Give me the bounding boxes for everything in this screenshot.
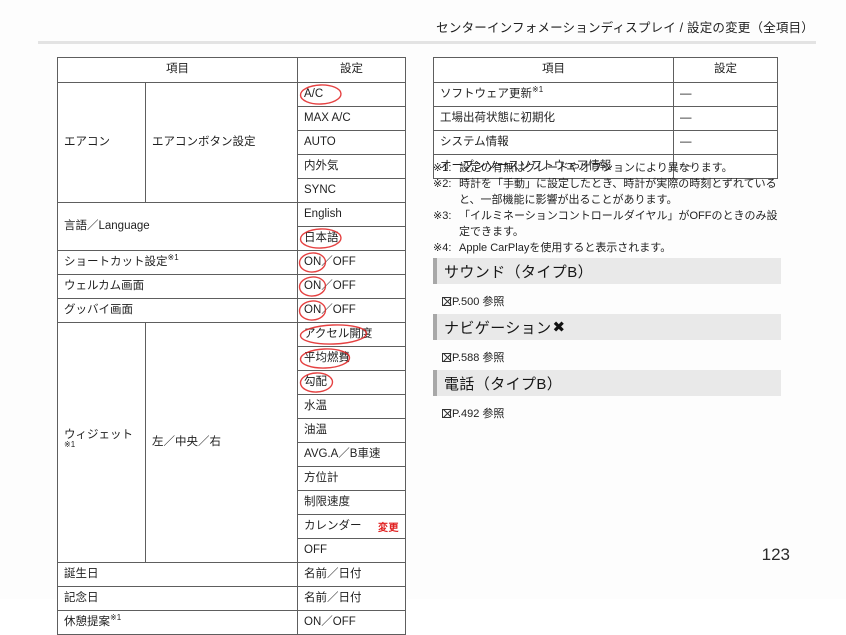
section-reference-text: P.588 参照 [452,352,505,364]
row-sub-label: 左／中央／右 [145,322,298,563]
section-title: 電話（タイプB） [444,375,563,393]
settings-table-left: 項目 設定 エアコン エアコンボタン設定 A/C MAX A/C AUTO 内外気 SYNC… [57,57,406,635]
header-divider-rule [38,41,816,44]
footnote-text: 設定の有無はグレードやオプションにより異なります。 [459,162,733,174]
section-reference-text: P.500 参照 [452,296,505,308]
navigation-marker-icon: ✖ [552,318,566,336]
annotation-change-label: 変更 [378,523,399,534]
table-row: 工場出荷状態に初期化 — [433,106,778,131]
row-setting-value: 勾配 [297,370,406,395]
row-item-label: グッバイ画面 [57,298,298,323]
section-phone: 電話（タイプB） P.492 参照 [433,370,781,421]
page-number: 123 [761,545,790,564]
row-setting-value: — [673,106,778,131]
table-row: 休憩提案※1 ON／OFF [57,610,406,635]
row-group-label: ウィジェット ※1 [57,322,146,563]
page-running-header: センターインフォメーションディスプレイ / 設定の変更（全項目） [436,21,814,35]
section-sound: サウンド（タイプB） P.500 参照 [433,258,781,309]
row-setting-value: ON／OFF [297,250,406,275]
section-title: サウンド（タイプB） [444,263,594,281]
footnote-text: Apple CarPlayを使用すると表示されます。 [459,241,672,254]
row-setting-value: AUTO [297,130,406,155]
row-setting-value: 方位計 [297,466,406,491]
row-setting-value: OFF [297,538,406,563]
row-setting-value: — [673,130,778,155]
table-header-row: 項目 設定 [57,57,406,83]
row-setting-value: アクセル開度 [297,322,406,347]
footnote-item: ※1: 設定の有無はグレードやオプションにより異なります。 [433,161,781,177]
table-row: ウィジェット ※1 左／中央／右 アクセル開度 [57,322,406,563]
footnote-item: ※4: Apple CarPlayを使用すると表示されます。 [433,241,781,257]
row-setting-value: 日本語 [297,226,406,251]
section-title: ナビゲーション [444,319,552,337]
column-header-setting: 設定 [297,57,406,83]
row-item-label: 工場出荷状態に初期化 [433,106,674,131]
column-header-item: 項目 [433,57,674,83]
column-header-setting: 設定 [673,57,778,83]
page-reference-icon [442,409,451,418]
row-setting-value: ON／OFF [297,298,406,323]
table-row: ソフトウェア更新※1— [433,82,778,107]
footnote-text: 時計を「手動」に設定したとき、時計が実際の時刻とずれていると、一部機能に影響が出… [459,177,777,206]
row-setting-value: A/C [297,82,406,107]
section-heading-bar: サウンド（タイプB） [433,258,781,284]
row-setting-value: — [673,82,778,107]
manual-page: センターインフォメーションディスプレイ / 設定の変更（全項目） 項目 設定 エ… [0,0,846,635]
column-header-item: 項目 [57,57,298,83]
section-reference[interactable]: P.588 参照 [442,349,781,365]
row-setting-value: SYNC [297,178,406,203]
section-reference[interactable]: P.492 参照 [442,405,781,421]
footnote-item: ※3: 「イルミネーションコントロールダイヤル」がOFFのときのみ設定できます。 [433,209,781,241]
table-row: システム情報 — [433,130,778,155]
row-setting-value: 制限速度 [297,490,406,515]
row-setting-value: 内外気 [297,154,406,179]
footnote-marker: ※4: [433,241,452,254]
table-row: グッバイ画面 ON／OFF [57,298,406,323]
row-sub-label: エアコンボタン設定 [145,82,298,203]
table-row: 言語／Language English [57,202,406,251]
table-row: ウェルカム画面 ON／OFF [57,274,406,299]
section-heading-bar: ナビゲーション ✖ [433,314,781,340]
table-row: エアコン エアコンボタン設定 A/C [57,82,406,203]
section-reference[interactable]: P.500 参照 [442,293,781,309]
row-setting-value: 油温 [297,418,406,443]
table-row: ショートカット設定※1 ON／OFF [57,250,406,275]
row-setting-value: ON／OFF [297,274,406,299]
row-setting-value: AVG.A／B車速 [297,442,406,467]
row-item-label: 休憩提案※1 [57,610,298,635]
row-item-label: ショートカット設定※1 [57,250,298,275]
footnote-marker: ※1: [433,162,452,174]
row-setting-value: ON／OFF [297,610,406,635]
footnote-marker: ※2: [433,177,452,190]
table-header-row: 項目 設定 [433,57,778,83]
row-item-label: 言語／Language [57,202,298,251]
row-setting-value: 水温 [297,394,406,419]
row-item-label: 誕生日 [57,562,298,587]
section-navigation: ナビゲーション ✖ P.588 参照 [433,314,781,365]
row-item-label: ウェルカム画面 [57,274,298,299]
footnote-text: 「イルミネーションコントロールダイヤル」がOFFのときのみ設定できます。 [459,209,778,238]
row-item-label: システム情報 [433,130,674,155]
footnote-item: ※2: 時計を「手動」に設定したとき、時計が実際の時刻とずれていると、一部機能に影… [433,177,781,209]
page-reference-icon [442,297,451,306]
row-item-label: ソフトウェア更新※1 [433,82,674,107]
page-reference-icon [442,353,451,362]
footnote-list: ※1: 設定の有無はグレードやオプションにより異なります。 ※2: 時計を「手動」に設… [433,161,781,257]
row-setting-value: MAX A/C [297,106,406,131]
row-setting-value: 名前／日付 [297,562,406,587]
row-group-label: エアコン [57,82,146,203]
row-setting-value: 平均燃費 [297,346,406,371]
table-row: 誕生日 名前／日付 [57,562,406,587]
section-reference-text: P.492 参照 [452,408,505,420]
row-setting-value: English [297,202,406,227]
section-heading-bar: 電話（タイプB） [433,370,781,396]
footnote-marker: ※3: [433,209,452,222]
